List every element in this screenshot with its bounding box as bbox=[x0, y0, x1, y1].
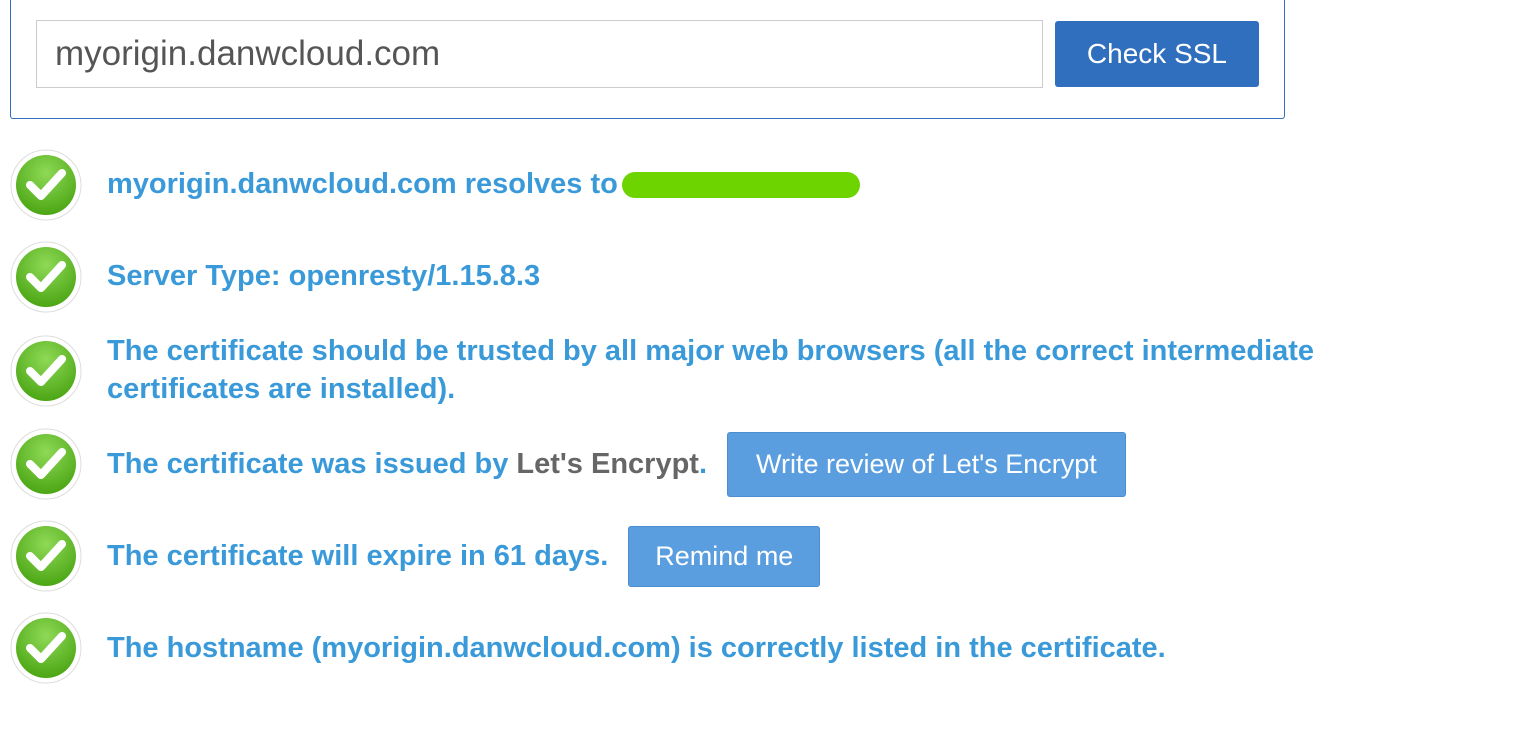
search-container: Check SSL bbox=[10, 0, 1285, 119]
result-row: Server Type: openresty/1.15.8.3 bbox=[10, 241, 1320, 313]
write-review-button[interactable]: Write review of Let's Encrypt bbox=[727, 432, 1126, 497]
result-text: myorigin.danwcloud.com resolves to bbox=[107, 166, 860, 204]
checkmark-icon bbox=[10, 428, 82, 500]
resolves-text: myorigin.danwcloud.com resolves to bbox=[107, 166, 618, 204]
hostname-text: The hostname (myorigin.danwcloud.com) is… bbox=[107, 630, 1166, 668]
result-text: The hostname (myorigin.danwcloud.com) is… bbox=[107, 630, 1166, 668]
trusted-text: The certificate should be trusted by all… bbox=[107, 333, 1320, 408]
checkmark-icon bbox=[10, 149, 82, 221]
result-row: The hostname (myorigin.danwcloud.com) is… bbox=[10, 612, 1320, 684]
checkmark-icon bbox=[10, 612, 82, 684]
result-text: The certificate will expire in 61 days. … bbox=[107, 526, 820, 587]
domain-input[interactable] bbox=[36, 20, 1043, 88]
result-row: The certificate was issued by Let's Encr… bbox=[10, 428, 1320, 500]
result-text: The certificate should be trusted by all… bbox=[107, 333, 1320, 408]
issued-by-text: The certificate was issued by bbox=[107, 448, 516, 480]
checkmark-icon bbox=[10, 335, 82, 407]
result-text: Server Type: openresty/1.15.8.3 bbox=[107, 258, 540, 296]
results-list: myorigin.danwcloud.com resolves to Serve… bbox=[0, 149, 1524, 684]
expire-text: The certificate will expire in 61 days. bbox=[107, 538, 608, 576]
issued-by-after: . bbox=[699, 448, 707, 480]
result-row: myorigin.danwcloud.com resolves to bbox=[10, 149, 1320, 221]
checkmark-icon bbox=[10, 241, 82, 313]
check-ssl-button[interactable]: Check SSL bbox=[1055, 21, 1259, 87]
result-row: The certificate should be trusted by all… bbox=[10, 333, 1320, 408]
checkmark-icon bbox=[10, 520, 82, 592]
remind-me-button[interactable]: Remind me bbox=[628, 526, 820, 587]
result-text: The certificate was issued by Let's Encr… bbox=[107, 432, 1126, 497]
result-row: The certificate will expire in 61 days. … bbox=[10, 520, 1320, 592]
server-type-text: Server Type: openresty/1.15.8.3 bbox=[107, 258, 540, 296]
redacted-ip bbox=[622, 172, 860, 198]
issuer-name: Let's Encrypt bbox=[516, 448, 699, 480]
